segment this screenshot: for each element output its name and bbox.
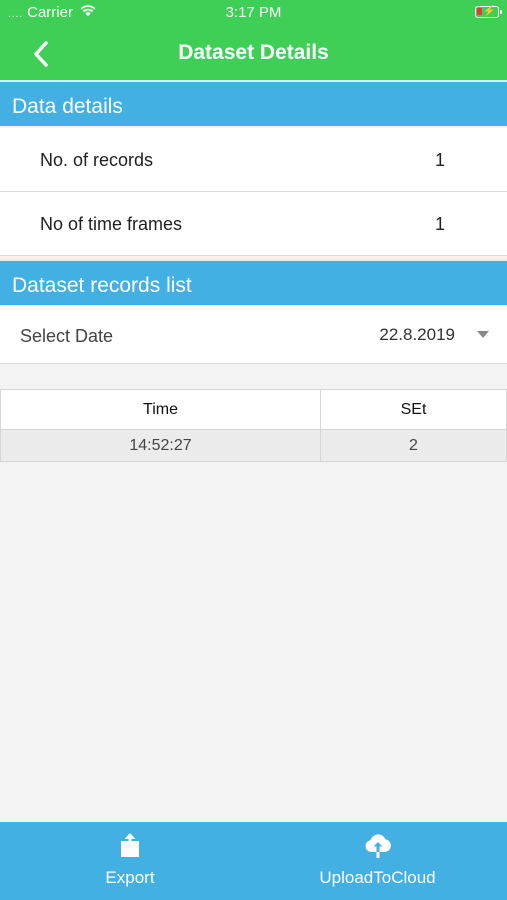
cell-set: 2 [320, 429, 507, 462]
upload-to-cloud-button[interactable]: UploadToCloud [300, 822, 455, 900]
info-value: 1 [434, 214, 445, 234]
column-header-set: SEt [320, 389, 507, 430]
column-header-time: Time [0, 389, 321, 430]
info-row-time-frames: No of time frames 1 [0, 192, 507, 256]
date-selector-row[interactable]: Select Date 22.8.2019 [0, 306, 507, 364]
export-button[interactable]: Export [70, 822, 190, 900]
section-header-records-list: Dataset records list [0, 259, 507, 305]
select-date-label: Select Date [20, 326, 114, 346]
page-title: Dataset Details [178, 41, 329, 64]
records-table: Time SEt 14:52:27 2 [0, 389, 507, 462]
export-label: Export [105, 868, 155, 887]
date-dropdown-value[interactable]: 22.8.2019 [379, 325, 455, 345]
status-time: 3:17 PM [225, 4, 282, 21]
bottom-toolbar: Export UploadToCloud [0, 822, 507, 900]
info-label: No of time frames [40, 214, 183, 234]
info-label: No. of records [40, 150, 154, 170]
chevron-down-icon[interactable] [477, 331, 489, 338]
info-value: 1 [434, 150, 445, 170]
battery-icon: ⚡ [475, 6, 502, 18]
info-row-records: No. of records 1 [0, 128, 507, 192]
section-header-data-details: Data details [0, 80, 507, 126]
table-row[interactable]: 14:52:27 2 [0, 429, 507, 462]
cloud-upload-icon [364, 834, 391, 858]
status-bar: .... Carrier 3:17 PM ⚡ [0, 0, 507, 28]
cell-time: 14:52:27 [0, 429, 321, 462]
table-header-row: Time SEt [0, 389, 507, 430]
nav-bar: Dataset Details [0, 28, 507, 80]
upload-to-cloud-label: UploadToCloud [319, 868, 436, 887]
share-icon [121, 833, 139, 857]
